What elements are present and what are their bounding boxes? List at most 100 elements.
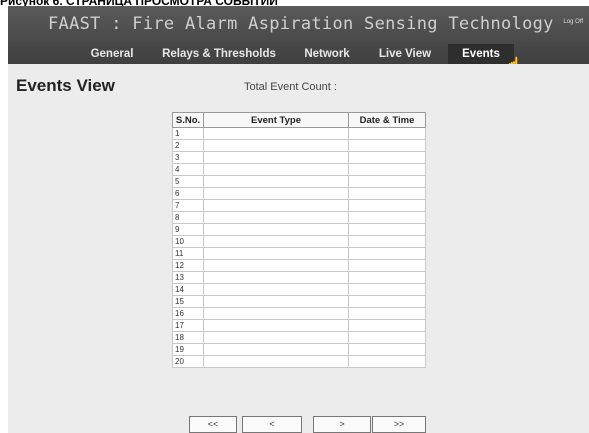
column-header-event-type: Event Type (203, 112, 349, 128)
event-type-cell (203, 139, 349, 152)
serial-number-cell: 18 (172, 331, 204, 344)
event-type-cell (203, 295, 349, 308)
table-row: 3 (172, 151, 426, 164)
table-row: 14 (172, 283, 426, 296)
serial-number-cell: 11 (172, 247, 204, 260)
date-time-cell (348, 307, 426, 320)
serial-number-cell: 5 (172, 175, 204, 188)
last-page-button[interactable]: >> (372, 416, 426, 433)
table-row: 17 (172, 319, 426, 332)
table-row: 5 (172, 175, 426, 188)
tab-live-view[interactable]: Live View (362, 44, 448, 64)
table-row: 19 (172, 343, 426, 356)
event-type-cell (203, 163, 349, 176)
table-row: 1 (172, 127, 426, 140)
date-time-cell (348, 175, 426, 188)
date-time-cell (348, 319, 426, 332)
serial-number-cell: 16 (172, 307, 204, 320)
serial-number-cell: 17 (172, 319, 204, 332)
main-content: Events View Total Event Count : S.No. Ev… (8, 64, 589, 433)
main-nav: General Relays & Thresholds Network Live… (8, 44, 589, 64)
event-type-cell (203, 223, 349, 236)
page-title: Events View (16, 76, 115, 95)
serial-number-cell: 3 (172, 151, 204, 164)
date-time-cell (348, 187, 426, 200)
date-time-cell (348, 331, 426, 344)
event-type-cell (203, 187, 349, 200)
app-header: FAAST : Fire Alarm Aspiration Sensing Te… (8, 6, 589, 64)
event-type-cell (203, 343, 349, 356)
date-time-cell (348, 271, 426, 284)
event-type-cell (203, 151, 349, 164)
serial-number-cell: 13 (172, 271, 204, 284)
events-table: S.No. Event Type Date & Time 1 2 3 4 5 6 7 8 9 10… (172, 112, 426, 368)
serial-number-cell: 10 (172, 235, 204, 248)
table-row: 12 (172, 259, 426, 272)
column-header-sno: S.No. (172, 112, 204, 128)
table-row: 18 (172, 331, 426, 344)
table-row: 13 (172, 271, 426, 284)
serial-number-cell: 1 (172, 127, 204, 140)
date-time-cell (348, 235, 426, 248)
table-row: 16 (172, 307, 426, 320)
events-table-body: 1 2 3 4 5 6 7 8 9 10 11 12 13 14 15 16 17 18 19 20 (172, 127, 426, 368)
serial-number-cell: 4 (172, 163, 204, 176)
date-time-cell (348, 151, 426, 164)
table-row: 11 (172, 247, 426, 260)
table-row: 7 (172, 199, 426, 212)
next-page-button[interactable]: > (313, 416, 371, 433)
tab-general[interactable]: General (78, 44, 146, 64)
event-type-cell (203, 199, 349, 212)
table-row: 6 (172, 187, 426, 200)
total-event-count-label: Total Event Count : (244, 81, 337, 93)
date-time-cell (348, 295, 426, 308)
table-row: 8 (172, 211, 426, 224)
date-time-cell (348, 163, 426, 176)
event-type-cell (203, 175, 349, 188)
event-type-cell (203, 259, 349, 272)
date-time-cell (348, 211, 426, 224)
table-row: 20 (172, 355, 426, 368)
table-row: 2 (172, 139, 426, 152)
date-time-cell (348, 355, 426, 368)
table-row: 15 (172, 295, 426, 308)
date-time-cell (348, 223, 426, 236)
event-type-cell (203, 307, 349, 320)
app-title: FAAST : Fire Alarm Aspiration Sensing Te… (48, 14, 554, 34)
serial-number-cell: 19 (172, 343, 204, 356)
first-page-button[interactable]: << (189, 416, 237, 433)
date-time-cell (348, 283, 426, 296)
table-row: 10 (172, 235, 426, 248)
prev-page-button[interactable]: < (242, 416, 302, 433)
date-time-cell (348, 139, 426, 152)
event-type-cell (203, 355, 349, 368)
event-type-cell (203, 211, 349, 224)
date-time-cell (348, 259, 426, 272)
log-off-link[interactable]: Log Off (563, 19, 583, 25)
event-type-cell (203, 319, 349, 332)
event-type-cell (203, 283, 349, 296)
table-header-row: S.No. Event Type Date & Time (172, 112, 426, 128)
table-row: 9 (172, 223, 426, 236)
serial-number-cell: 9 (172, 223, 204, 236)
event-type-cell (203, 247, 349, 260)
serial-number-cell: 15 (172, 295, 204, 308)
table-row: 4 (172, 163, 426, 176)
serial-number-cell: 6 (172, 187, 204, 200)
serial-number-cell: 20 (172, 355, 204, 368)
date-time-cell (348, 247, 426, 260)
event-type-cell (203, 235, 349, 248)
serial-number-cell: 12 (172, 259, 204, 272)
date-time-cell (348, 127, 426, 140)
date-time-cell (348, 199, 426, 212)
serial-number-cell: 8 (172, 211, 204, 224)
event-type-cell (203, 127, 349, 140)
serial-number-cell: 14 (172, 283, 204, 296)
serial-number-cell: 2 (172, 139, 204, 152)
date-time-cell (348, 343, 426, 356)
event-type-cell (203, 271, 349, 284)
column-header-date-time: Date & Time (348, 112, 426, 128)
tab-relays-thresholds[interactable]: Relays & Thresholds (146, 44, 292, 64)
tab-network[interactable]: Network (292, 44, 362, 64)
serial-number-cell: 7 (172, 199, 204, 212)
